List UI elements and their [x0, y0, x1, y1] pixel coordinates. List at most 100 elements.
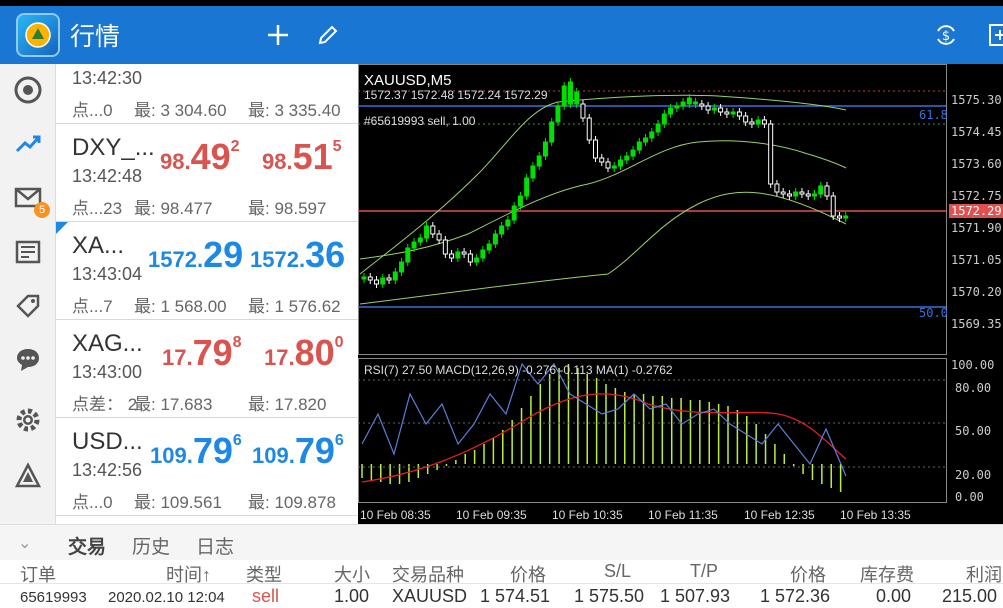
- tag-icon: [16, 294, 40, 318]
- quote-row[interactable]: DXY_... 98.492 98.515 13:42:48 点...23 最:…: [56, 124, 358, 222]
- quote-time: 13:42:48: [72, 166, 143, 186]
- add-symbol-button[interactable]: [258, 15, 298, 55]
- indicator-tick: 50.00: [955, 424, 992, 438]
- tab-trade[interactable]: 交易: [68, 532, 107, 565]
- quote-bid: 17.798: [162, 332, 242, 373]
- candle-body: [755, 119, 761, 125]
- trade-profit: 215.00: [942, 586, 998, 606]
- quote-spread: 点...23: [72, 199, 123, 218]
- quote-row-selected[interactable]: XA... 1572.29 1572.36 13:43:04 点...7 最: …: [56, 222, 358, 320]
- quote-spread: 点差： 2: [72, 395, 138, 414]
- trade-current-price: 1 572.36: [760, 586, 831, 606]
- quote-row[interactable]: 13:42:30 点...0 最: 3 304.60 最: 3 335.40: [56, 64, 358, 124]
- tab-history[interactable]: 历史: [132, 532, 170, 559]
- candle-body: [736, 111, 742, 117]
- candle-body: [492, 233, 498, 245]
- candle-body: [461, 251, 467, 255]
- quote-high: 最: 98.597: [248, 199, 327, 218]
- candle-body: [793, 191, 799, 197]
- trade-button[interactable]: $: [926, 15, 966, 55]
- candle-body: [474, 257, 480, 263]
- candle-body: [643, 137, 649, 143]
- candle-body: [380, 277, 386, 285]
- candle-body: [442, 239, 448, 255]
- candle-body: [399, 261, 405, 273]
- candle-body: [555, 105, 561, 123]
- time-tick: 10 Feb 10:35: [552, 508, 623, 522]
- candle-body: [386, 277, 392, 281]
- quote-low: 最: 109.561: [134, 493, 222, 512]
- quote-spread: 点...0: [72, 493, 113, 512]
- price-chart[interactable]: XAUUSD,M5 1572.37 1572.48 1572.24 1572.2…: [358, 64, 1003, 524]
- chart-title: XAUUSD,M5: [364, 72, 452, 89]
- quote-low: 最: 1 568.00: [134, 297, 227, 316]
- app-logo[interactable]: [16, 13, 60, 57]
- candle-body: [549, 121, 555, 143]
- candle-body: [592, 139, 598, 159]
- nav-chart[interactable]: [8, 124, 48, 164]
- quote-symbol: XAG...: [72, 330, 143, 357]
- bollinger-lower: [359, 191, 847, 305]
- quote-time: 13:43:04: [72, 264, 143, 284]
- trade-symbol: XAUUSD: [392, 586, 468, 606]
- candle-body: [586, 117, 592, 141]
- candle-body: [655, 123, 661, 133]
- candle-body: [818, 185, 824, 195]
- candle-body: [693, 101, 699, 105]
- nav-settings[interactable]: [8, 400, 48, 440]
- candle-body: [599, 157, 605, 163]
- candle-body: [430, 225, 436, 235]
- candle-body: [730, 111, 736, 115]
- new-order-button[interactable]: [980, 15, 1003, 55]
- price-tick: 1573.60: [951, 157, 1002, 171]
- candle-body: [805, 193, 811, 197]
- candle-body: [636, 141, 642, 151]
- nav-news[interactable]: [8, 232, 48, 272]
- fib-bottom-label: 50.0: [919, 306, 948, 320]
- candle-body: [749, 121, 755, 125]
- edit-button[interactable]: [308, 15, 348, 55]
- trade-sl: 1 575.50: [574, 586, 645, 606]
- nav-chat[interactable]: [8, 340, 48, 380]
- chevron-down-icon[interactable]: ⌄: [18, 533, 31, 553]
- quote-bid: 98.492: [160, 136, 240, 177]
- candle-body: [561, 85, 567, 107]
- time-tick: 10 Feb 13:35: [840, 508, 911, 522]
- indicator-tick: 100.00: [951, 358, 995, 372]
- trade-time: 2020.02.10 12:04: [108, 589, 225, 606]
- quote-high: 最: 3 335.40: [248, 101, 341, 120]
- quote-row[interactable]: USD... 109.796 109.796 13:42:56 点...0 最:…: [56, 418, 358, 516]
- quote-row[interactable]: XAG... 17.798 17.800 13:43:00 点差： 2 最: 1…: [56, 320, 358, 418]
- trade-tp: 1 507.93: [660, 586, 731, 606]
- main-pane-frame: [358, 64, 947, 355]
- chart-toolbar: $: [358, 6, 1003, 64]
- nav-market[interactable]: [8, 286, 48, 326]
- candle-body: [417, 237, 423, 243]
- time-tick: 10 Feb 08:35: [360, 508, 431, 522]
- candle-body: [718, 107, 724, 113]
- candle-body: [361, 276, 367, 280]
- chart-canvas[interactable]: [358, 64, 1003, 524]
- add-box-icon: [989, 24, 1003, 46]
- quote-low: 最: 17.683: [134, 395, 213, 414]
- candle-body: [674, 105, 680, 109]
- candle-body: [618, 159, 624, 167]
- candle-body: [580, 103, 586, 119]
- col-sl[interactable]: S/L: [604, 561, 631, 582]
- quote-high: 最: 17.820: [248, 395, 327, 414]
- quote-time: 13:42:56: [72, 460, 143, 480]
- candle-body: [436, 233, 442, 241]
- indicator-tick: 80.00: [955, 381, 992, 395]
- col-tp[interactable]: T/P: [690, 561, 718, 582]
- candle-body: [799, 191, 805, 195]
- nav-quotes[interactable]: [8, 70, 48, 110]
- nav-mail[interactable]: 5: [8, 178, 50, 218]
- trade-table-header: 订单 时间↑ 类型 大小 交易品种 价格 S/L T/P 价格 库存费 利润: [0, 560, 1003, 585]
- quote-high: 最: 109.878: [248, 493, 336, 512]
- pencil-icon: [318, 25, 338, 45]
- quote-bid: 1572.29: [148, 234, 244, 275]
- trade-row[interactable]: 65619993 2020.02.10 12:04 sell 1.00 XAUU…: [0, 584, 1003, 608]
- nav-community[interactable]: [8, 456, 48, 496]
- chart-icon: [15, 135, 41, 153]
- tab-journal[interactable]: 日志: [196, 532, 234, 559]
